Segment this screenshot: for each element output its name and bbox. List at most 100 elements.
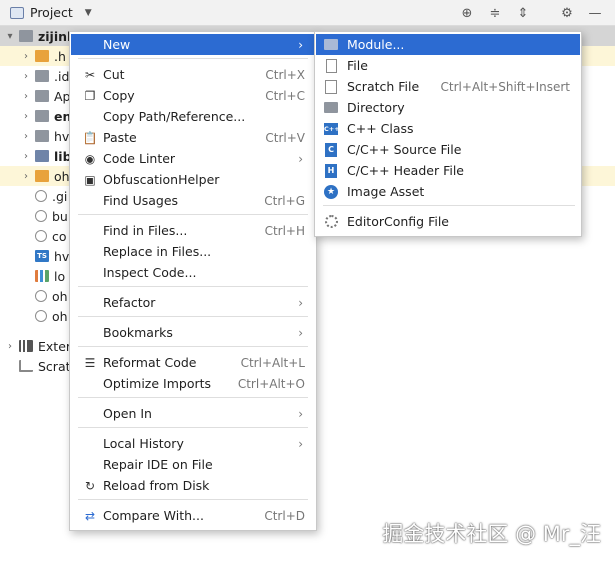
module-icon: [324, 39, 338, 50]
chevron-right-icon: ›: [298, 295, 303, 310]
chevron-right-icon[interactable]: ›: [20, 131, 32, 142]
tree-row-label: oh: [52, 308, 68, 324]
project-tool-window-header: Project ▼ ⊕ ≑ ⇕ ⚙ —: [0, 0, 615, 26]
tree-row-label: hv: [54, 248, 70, 264]
submenu-item-image-asset[interactable]: ★ Image Asset: [316, 181, 580, 202]
file-gear-icon: [35, 210, 47, 222]
chevron-right-icon: ›: [298, 406, 303, 421]
menu-item-replace-in-files[interactable]: Replace in Files...: [71, 241, 315, 262]
menu-separator: [78, 286, 308, 287]
submenu-item-directory[interactable]: Directory: [316, 97, 580, 118]
chevron-right-icon[interactable]: ›: [20, 51, 32, 62]
menu-separator: [78, 58, 308, 59]
project-window-icon: [10, 6, 24, 19]
submenu-item-scratch-file[interactable]: Scratch File Ctrl+Alt+Shift+Insert: [316, 76, 580, 97]
chevron-right-icon: ›: [298, 325, 303, 340]
chevron-right-icon: ›: [298, 151, 303, 166]
paste-icon: 📋: [82, 130, 98, 145]
submenu-item-file[interactable]: File: [316, 55, 580, 76]
folder-orange-icon: [35, 170, 49, 182]
tree-row-label: co: [52, 228, 67, 244]
file-scratch-icon: [19, 360, 33, 372]
chevron-right-icon[interactable]: ›: [20, 91, 32, 102]
menu-item-copy[interactable]: ❐ Copy Ctrl+C: [71, 85, 315, 106]
menu-item-paste[interactable]: 📋 Paste Ctrl+V: [71, 127, 315, 148]
c-header-icon: H: [325, 163, 337, 178]
image-asset-icon: ★: [324, 184, 338, 199]
menu-item-find-usages[interactable]: Find Usages Ctrl+G: [71, 190, 315, 211]
menu-item-obfuscation-helper[interactable]: ▣ ObfuscationHelper: [71, 169, 315, 190]
menu-item-cut[interactable]: ✂ Cut Ctrl+X: [71, 64, 315, 85]
menu-separator: [78, 214, 308, 215]
chevron-down-icon[interactable]: ▼: [85, 8, 92, 18]
menu-item-copy-path[interactable]: Copy Path/Reference...: [71, 106, 315, 127]
tree-row-label: zijinl: [38, 28, 72, 44]
chevron-right-icon[interactable]: ›: [20, 111, 32, 122]
tree-row-label: hv: [54, 128, 70, 144]
tree-row-label: bu: [52, 208, 68, 224]
menu-item-bookmarks[interactable]: Bookmarks ›: [71, 322, 315, 343]
expand-all-icon[interactable]: ≑: [485, 3, 505, 23]
tree-row-label: oh: [54, 168, 70, 184]
submenu-item-c-source-file[interactable]: C C/C++ Source File: [316, 139, 580, 160]
menu-item-repair-ide[interactable]: Repair IDE on File: [71, 454, 315, 475]
menu-separator: [78, 499, 308, 500]
folder-gray-icon: [35, 90, 49, 102]
menu-separator: [78, 397, 308, 398]
chevron-right-icon[interactable]: ›: [20, 171, 32, 182]
menu-separator: [78, 316, 308, 317]
menu-item-reload-from-disk[interactable]: ↻ Reload from Disk: [71, 475, 315, 496]
submenu-item-cpp-class[interactable]: C++ C++ Class: [316, 118, 580, 139]
menu-item-refactor[interactable]: Refactor ›: [71, 292, 315, 313]
chevron-right-icon[interactable]: ›: [20, 151, 32, 162]
collapse-all-icon[interactable]: ⇕: [513, 3, 533, 23]
file-bars-icon: [35, 270, 49, 282]
file-lib-icon: [19, 340, 33, 352]
menu-separator: [78, 427, 308, 428]
submenu-item-c-header-file[interactable]: H C/C++ Header File: [316, 160, 580, 181]
menu-separator: [78, 346, 308, 347]
editorconfig-icon: [324, 215, 338, 228]
submenu-item-editorconfig-file[interactable]: EditorConfig File: [316, 211, 580, 232]
chevron-right-icon[interactable]: ›: [20, 71, 32, 82]
menu-item-inspect-code[interactable]: Inspect Code...: [71, 262, 315, 283]
minimize-icon[interactable]: —: [585, 3, 605, 23]
chevron-right-icon[interactable]: ›: [4, 341, 16, 352]
file-gear-icon: [35, 310, 47, 322]
menu-item-open-in[interactable]: Open In ›: [71, 403, 315, 424]
scissors-icon: ✂: [84, 67, 96, 82]
folder-icon: [324, 102, 338, 113]
tree-row-label: .id: [54, 68, 70, 84]
submenu-item-module[interactable]: Module...: [316, 34, 580, 55]
gear-icon[interactable]: ⚙: [557, 3, 577, 23]
menu-item-reformat-code[interactable]: ☰ Reformat Code Ctrl+Alt+L: [71, 352, 315, 373]
folder-gray-icon: [35, 110, 49, 122]
watermark: 掘金技术社区 @ Mr_汪: [382, 522, 601, 546]
tree-row-label: .h: [54, 48, 66, 64]
menu-item-new[interactable]: New ›: [71, 34, 315, 55]
context-menu: New › ✂ Cut Ctrl+X ❐ Copy Ctrl+C Copy Pa…: [69, 31, 317, 531]
file-icon: [325, 58, 337, 73]
reformat-icon: ☰: [84, 355, 96, 370]
menu-item-compare-with[interactable]: ⇄ Compare With... Ctrl+D: [71, 505, 315, 526]
reload-icon: ↻: [84, 478, 96, 493]
tree-row-label: .gi: [52, 188, 68, 204]
file-gear-icon: [35, 190, 47, 202]
menu-item-local-history[interactable]: Local History ›: [71, 433, 315, 454]
target-icon[interactable]: ⊕: [457, 3, 477, 23]
header-toolbar: ⊕ ≑ ⇕ ⚙ —: [457, 3, 605, 23]
folder-blue-icon: [35, 150, 49, 162]
tree-row-label: oh: [52, 288, 68, 304]
file-ts-icon: TS: [35, 250, 49, 262]
chevron-down-icon[interactable]: ▾: [4, 31, 16, 42]
c-source-icon: C: [325, 142, 337, 157]
compare-icon: ⇄: [84, 508, 96, 523]
chevron-right-icon: ›: [298, 436, 303, 451]
project-view-title[interactable]: Project: [30, 5, 73, 20]
menu-item-find-in-files[interactable]: Find in Files... Ctrl+H: [71, 220, 315, 241]
menu-item-optimize-imports[interactable]: Optimize Imports Ctrl+Alt+O: [71, 373, 315, 394]
menu-item-code-linter[interactable]: ◉ Code Linter ›: [71, 148, 315, 169]
folder-orange-icon: [35, 50, 49, 62]
scratch-file-icon: [325, 79, 337, 94]
chevron-right-icon: ›: [298, 37, 303, 52]
